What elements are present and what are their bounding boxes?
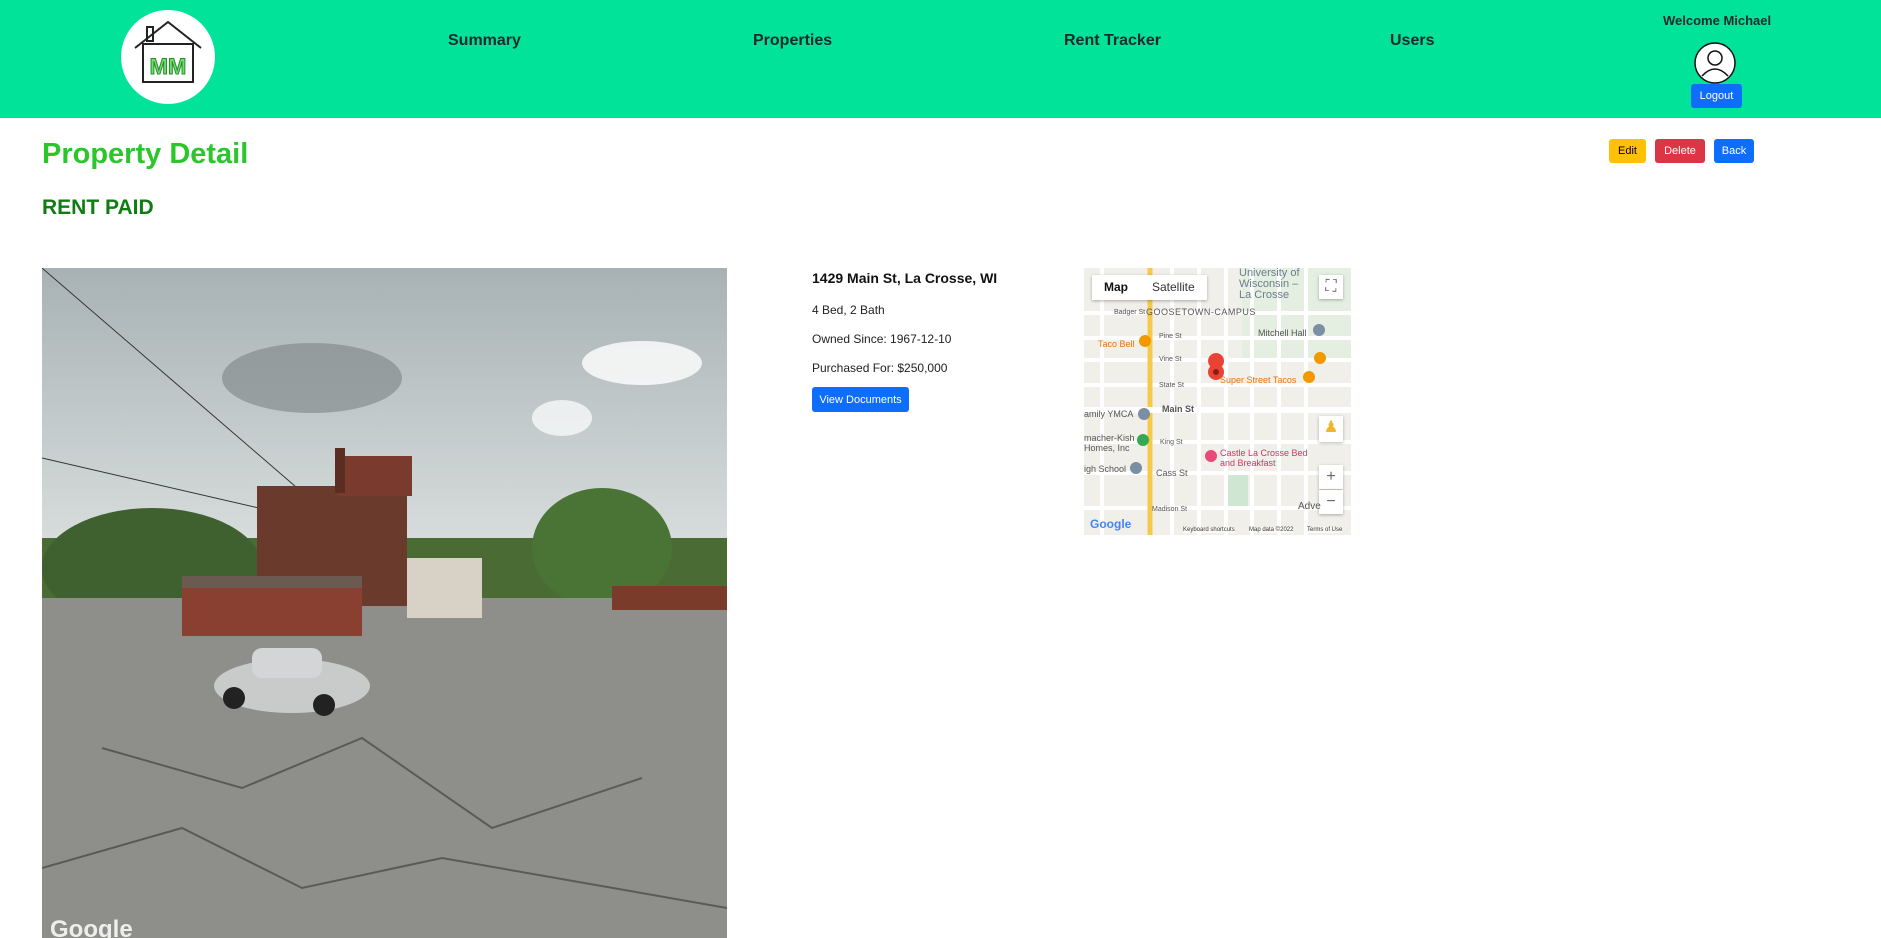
map-label-kish-homes: macher-Kish Homes, Inc (1084, 433, 1135, 453)
location-map[interactable]: Map Satellite ⛶ ♟ + − University of Wisc… (1084, 268, 1351, 535)
fullscreen-icon[interactable]: ⛶ (1319, 275, 1343, 299)
property-address: 1429 Main St, La Crosse, WI (812, 270, 998, 286)
page-title: Property Detail (42, 138, 249, 170)
property-photo-illustration (42, 268, 727, 938)
map-tab-satellite[interactable]: Satellite (1140, 275, 1207, 300)
welcome-text: Welcome Michael (1663, 13, 1772, 28)
map-label-castle-la-crosse: Castle La Crosse Bed and Breakfast (1220, 448, 1308, 468)
user-avatar-icon[interactable] (1694, 42, 1736, 84)
delete-button[interactable]: Delete (1655, 139, 1705, 163)
street-view-pegman-icon[interactable]: ♟ (1319, 416, 1343, 442)
map-label-mitchell-hall: Mitchell Hall (1258, 328, 1307, 338)
map-label-madison-st: Madison St (1152, 506, 1188, 513)
purchased-for: Purchased For: $250,000 (812, 361, 948, 375)
nav-link-summary[interactable]: Summary (448, 32, 521, 50)
map-label-cass-st: Cass St (1156, 468, 1188, 478)
map-terms-of-use[interactable]: Terms of Use (1307, 527, 1343, 533)
map-label-taco-bell: Taco Bell (1098, 339, 1135, 349)
rent-status: RENT PAID (42, 196, 154, 219)
google-map-logo: Google (1090, 517, 1132, 531)
map-data-attribution: Map data ©2022 (1249, 527, 1294, 533)
map-label-vine-st: Vine St (1159, 356, 1182, 363)
owned-since: Owned Since: 1967-12-10 (812, 332, 952, 346)
nav-link-rent-tracker[interactable]: Rent Tracker (1064, 32, 1161, 50)
map-label-main-st: Main St (1162, 404, 1195, 414)
nav-link-properties[interactable]: Properties (753, 32, 832, 50)
map-label-badger-st: Badger St (1114, 309, 1146, 316)
beds-baths: 4 Bed, 2 Bath (812, 303, 885, 317)
zoom-out-icon[interactable]: − (1319, 490, 1343, 514)
map-label-neighborhood: GOOSETOWN-CAMPUS (1146, 307, 1256, 317)
google-watermark: Google (50, 916, 133, 938)
map-label-adve: Adve (1298, 501, 1321, 512)
nav-link-users[interactable]: Users (1390, 32, 1434, 50)
map-type-tabs: Map Satellite (1092, 275, 1207, 300)
map-label-pine-st: Pine St (1159, 333, 1182, 340)
svg-text:MM: MM (150, 54, 187, 79)
map-keyboard-shortcuts[interactable]: Keyboard shortcuts (1183, 527, 1235, 533)
logout-button[interactable]: Logout (1691, 84, 1742, 108)
property-street-view-photo[interactable]: Google (42, 268, 727, 938)
zoom-in-icon[interactable]: + (1319, 465, 1343, 489)
map-label-state-st: State St (1159, 382, 1184, 389)
house-logo-icon: MM (134, 20, 202, 83)
map-tab-map[interactable]: Map (1092, 275, 1140, 300)
logo[interactable]: MM (121, 10, 215, 104)
view-documents-button[interactable]: View Documents (812, 387, 909, 412)
back-button[interactable]: Back (1714, 139, 1754, 163)
edit-button[interactable]: Edit (1609, 139, 1646, 163)
map-label-university: University of Wisconsin –La Crosse (1239, 268, 1300, 301)
map-label-ymca: amily YMCA (1084, 409, 1134, 419)
map-label-high-school: igh School (1084, 464, 1127, 474)
map-label-super-street-tacos: Super Street Tacos (1220, 375, 1297, 385)
map-label-king-st: King St (1160, 439, 1183, 446)
top-navbar: MM Summary Properties Rent Tracker Users… (0, 0, 1881, 118)
